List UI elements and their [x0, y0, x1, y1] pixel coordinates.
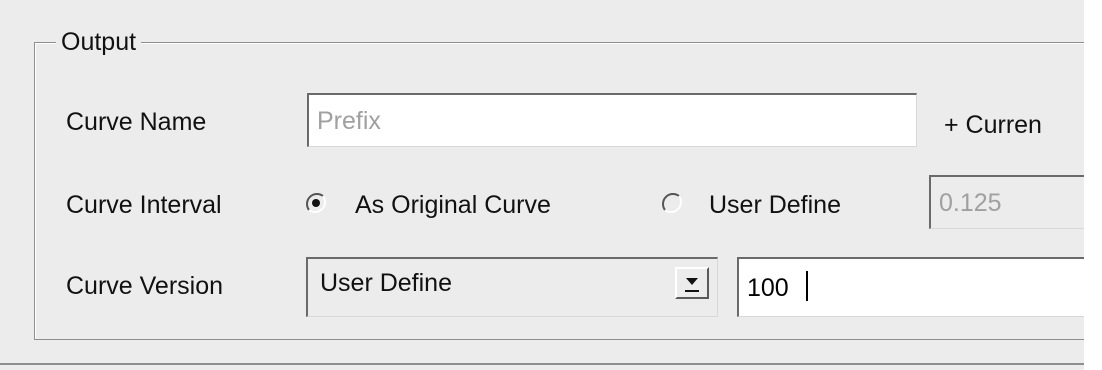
curve-name-input[interactable]: Prefix — [307, 93, 917, 147]
curve-version-label: Curve Version — [66, 272, 224, 300]
as-original-curve-option[interactable]: As Original Curve — [355, 190, 551, 220]
curve-version-input[interactable]: 100 — [737, 257, 1084, 317]
curve-name-label: Curve Name — [66, 108, 207, 136]
curve-name-placeholder: Prefix — [317, 107, 381, 135]
curve-interval-label: Curve Interval — [66, 191, 222, 219]
dropdown-button[interactable] — [675, 267, 709, 299]
output-group-title: Output — [56, 27, 142, 57]
output-panel: Output Curve Name Prefix + Curren Curve … — [0, 0, 1084, 370]
curve-version-selected: User Define — [320, 269, 452, 297]
user-define-option[interactable]: User Define — [709, 190, 841, 220]
curve-name-suffix-label: + Curren — [944, 111, 1042, 139]
curve-version-select[interactable]: User Define — [306, 257, 718, 317]
curve-interval-value: 0.125 — [939, 189, 1002, 217]
bottom-divider — [0, 363, 1084, 365]
chevron-down-icon — [685, 278, 699, 292]
curve-interval-input[interactable]: 0.125 — [929, 175, 1084, 229]
text-caret — [806, 271, 808, 301]
as-original-radio-selected-icon[interactable] — [305, 192, 327, 214]
curve-version-value: 100 — [747, 274, 789, 302]
user-define-radio-unselected-icon[interactable] — [661, 192, 683, 214]
